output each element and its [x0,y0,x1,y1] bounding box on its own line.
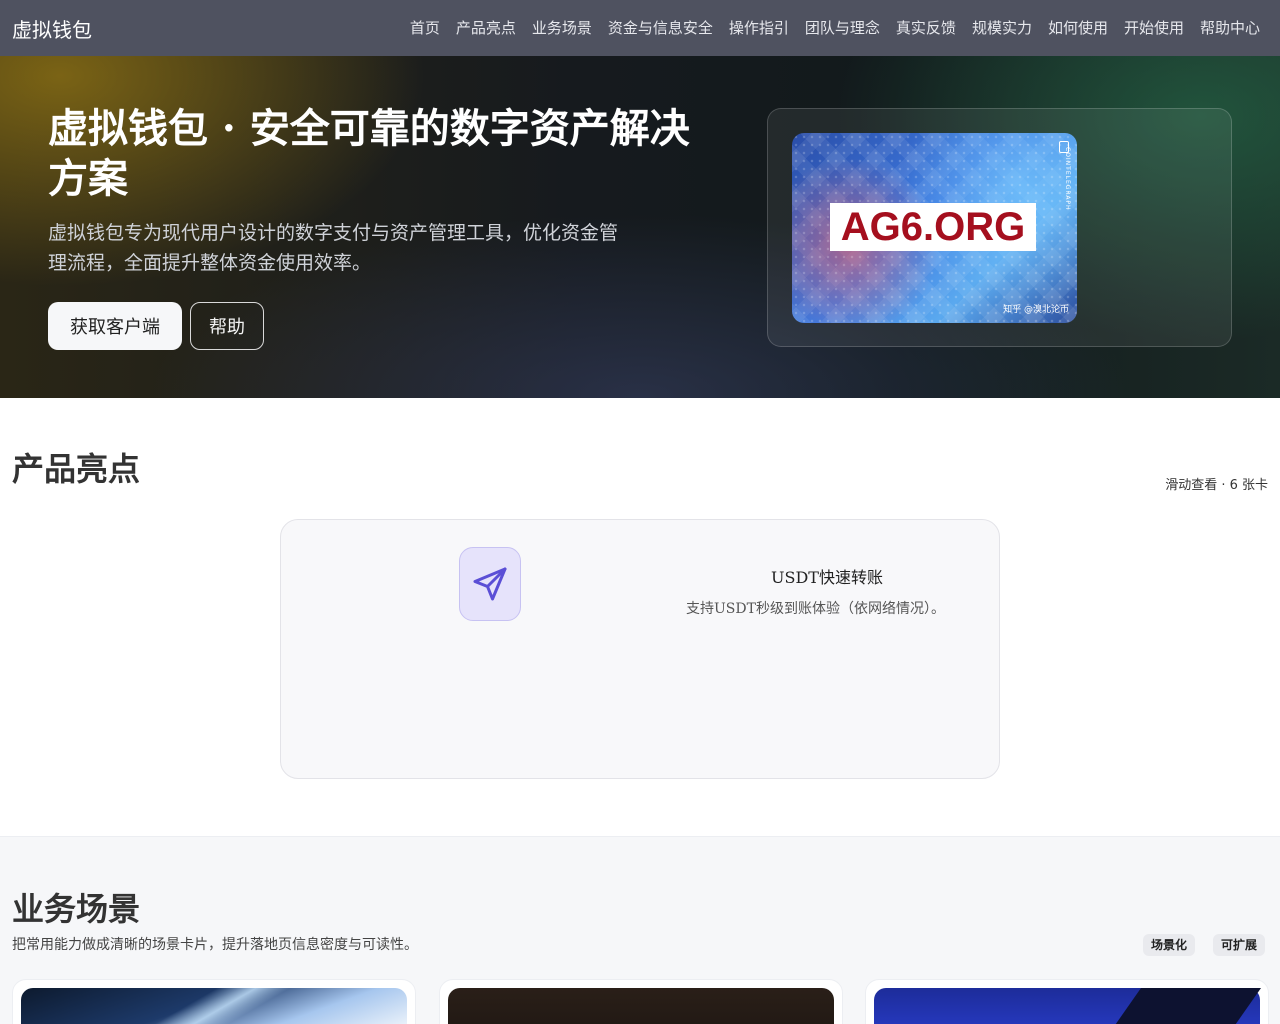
nav-links: 首页 产品亮点 业务场景 资金与信息安全 操作指引 团队与理念 真实反馈 规模实… [410,17,1260,38]
hero-image-panel: COINTELEGRAPH AG6.ORG 知乎 @溴北论币 [767,108,1232,347]
nav-link-scenarios[interactable]: 业务场景 [532,17,592,38]
nav-link-team[interactable]: 团队与理念 [805,17,880,38]
get-client-button[interactable]: 获取客户端 [48,302,182,350]
nav-link-feedback[interactable]: 真实反馈 [896,17,956,38]
nav-link-help-center[interactable]: 帮助中心 [1200,17,1260,38]
watermark-label: AG6.ORG [830,203,1036,251]
scenario-card-image [21,988,407,1024]
hero-image-side-text: COINTELEGRAPH [1064,147,1071,211]
scenario-card[interactable] [439,979,843,1024]
scenario-card-image [874,988,1260,1024]
brand-logo[interactable]: 虚拟钱包 [12,14,92,43]
feature-card[interactable]: USDT快速转账 支持USDT秒级到账体验（依网络情况）。 [280,519,1000,779]
help-button[interactable]: 帮助 [190,302,264,350]
paper-plane-icon [459,547,521,621]
scenario-card-image [448,988,834,1024]
feature-title: USDT快速转账 [771,568,883,587]
tag-scenario: 场景化 [1143,934,1196,956]
scenarios-subtitle: 把常用能力做成清晰的场景卡片，提升落地页信息密度与可读性。 [12,937,418,953]
nav-link-highlights[interactable]: 产品亮点 [456,17,516,38]
hero-image-caption: 知乎 @溴北论币 [1003,305,1069,315]
hero-section: 虚拟钱包 · 安全可靠的数字资产解决方案 虚拟钱包专为现代用户设计的数字支付与资… [0,56,1280,398]
scenarios-title: 业务场景 [12,890,141,928]
hero-title: 虚拟钱包 · 安全可靠的数字资产解决方案 [48,105,690,202]
highlights-title: 产品亮点 [12,450,141,488]
nav-link-guide[interactable]: 操作指引 [729,17,789,38]
feature-description: 支持USDT秒级到账体验（依网络情况）。 [686,601,945,617]
top-navbar: 虚拟钱包 首页 产品亮点 业务场景 资金与信息安全 操作指引 团队与理念 真实反… [0,0,1280,56]
highlights-meta: 滑动查看 · 6 张卡 [1165,478,1268,493]
tag-extensible: 可扩展 [1213,934,1266,956]
scenario-card[interactable] [865,979,1269,1024]
nav-link-get-started[interactable]: 开始使用 [1124,17,1184,38]
hero-image: COINTELEGRAPH AG6.ORG 知乎 @溴北论币 [792,133,1077,323]
nav-link-security[interactable]: 资金与信息安全 [608,17,713,38]
nav-link-home[interactable]: 首页 [410,17,440,38]
scenario-card[interactable] [12,979,416,1024]
nav-link-scale[interactable]: 规模实力 [972,17,1032,38]
hero-description: 虚拟钱包专为现代用户设计的数字支付与资产管理工具，优化资金管理流程，全面提升整体… [48,222,619,274]
nav-link-how-to-use[interactable]: 如何使用 [1048,17,1108,38]
